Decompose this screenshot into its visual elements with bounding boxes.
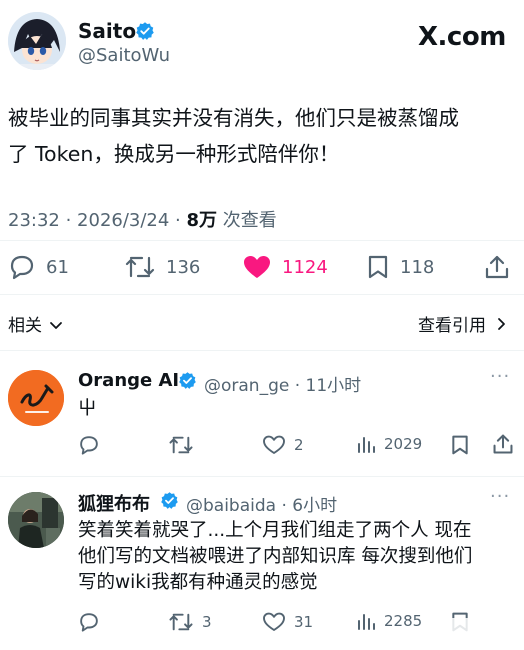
tweet-timestamp[interactable]: 23:32 · 2026/3/24 · <box>8 210 187 231</box>
reply-handle-time[interactable]: @oran_ge · 11小时 <box>204 371 361 396</box>
share-button[interactable] <box>484 254 520 280</box>
divider <box>0 476 524 477</box>
chevron-right-icon <box>498 318 506 330</box>
reply-author-name[interactable]: Orange AI <box>78 370 179 391</box>
more-icon[interactable]: ··· <box>490 366 510 387</box>
verified-badge-icon <box>178 371 197 394</box>
tweet-text-line: 被毕业的同事其实并没有消失，他们只是被蒸馏成 <box>8 106 459 130</box>
views-icon <box>358 437 375 453</box>
site-logo[interactable]: X.com <box>418 22 506 52</box>
related-dropdown[interactable]: 相关 <box>8 311 63 336</box>
retweet-icon <box>169 436 193 454</box>
author-name[interactable]: Saito <box>78 19 136 43</box>
views-button[interactable]: 2029 <box>356 434 422 454</box>
bookmark-button[interactable] <box>450 434 478 456</box>
heart-icon <box>263 612 285 631</box>
reply-text-line: 笑着笑着就哭了...上个月我们组走了两个人 现在 <box>78 520 472 541</box>
views-icon <box>358 614 375 630</box>
bookmark-icon <box>368 255 388 279</box>
share-icon <box>493 434 513 454</box>
reply-icon <box>80 436 98 455</box>
reply-text: 笑着笑着就哭了...上个月我们组走了两个人 现在 他们写的文档被喂进了内部知识库… <box>78 518 518 596</box>
share-button[interactable] <box>492 433 522 455</box>
reply-icon <box>10 255 34 280</box>
author-avatar[interactable] <box>8 12 66 70</box>
divider <box>0 350 524 351</box>
divider <box>0 294 524 295</box>
retweet-button[interactable] <box>168 434 202 456</box>
tweet-text-line: 了 Token，换成另一种形式陪伴你！ <box>8 142 340 166</box>
heart-icon <box>244 256 270 278</box>
views-count: 8万 <box>186 210 218 231</box>
reply-text-line: 他们写的文档被喂进了内部知识库 每次搜到他们 <box>78 546 473 567</box>
divider <box>0 240 524 241</box>
views-label: 次查看 <box>217 210 277 231</box>
reply-button[interactable] <box>78 611 108 633</box>
tweet-text: 被毕业的同事其实并没有消失，他们只是被蒸馏成 了 Token，换成另一种形式陪伴… <box>8 100 514 172</box>
verified-badge-icon <box>160 491 179 514</box>
reply-avatar[interactable] <box>8 492 64 548</box>
like-button[interactable]: 1124 <box>242 254 328 280</box>
author-handle[interactable]: @SaitoWu <box>78 45 170 66</box>
retweet-icon <box>125 256 155 278</box>
more-icon[interactable]: ··· <box>490 486 510 507</box>
share-icon <box>485 255 509 279</box>
reply-avatar[interactable] <box>8 370 64 426</box>
watermark <box>442 618 518 644</box>
reply-button[interactable] <box>78 434 108 456</box>
bookmark-button[interactable]: 118 <box>366 254 434 280</box>
view-quotes-link[interactable]: 查看引用 <box>418 311 507 336</box>
tweet-meta: 23:32 · 2026/3/24 · 8万 次查看 <box>8 206 277 232</box>
chevron-down-icon <box>50 322 63 329</box>
views-button[interactable]: 2285 <box>356 611 422 631</box>
reply-button[interactable]: 61 <box>8 254 69 280</box>
like-button[interactable]: 2 <box>262 434 304 456</box>
reply-text-line: 写的wiki我都有种通灵的感觉 <box>78 572 318 593</box>
retweet-button[interactable]: 136 <box>124 254 200 280</box>
reply-handle-time[interactable]: @baibaida · 6小时 <box>186 491 337 516</box>
like-button[interactable]: 31 <box>262 611 313 633</box>
heart-icon <box>263 435 285 454</box>
verified-badge-icon <box>135 21 155 45</box>
reply-text: 屮 <box>78 398 97 419</box>
reply-author-name[interactable]: 狐狸布布 <box>78 490 150 516</box>
retweet-button[interactable]: 3 <box>168 611 212 633</box>
retweet-icon <box>169 613 193 631</box>
bookmark-icon <box>452 435 468 455</box>
reply-icon <box>80 613 98 632</box>
